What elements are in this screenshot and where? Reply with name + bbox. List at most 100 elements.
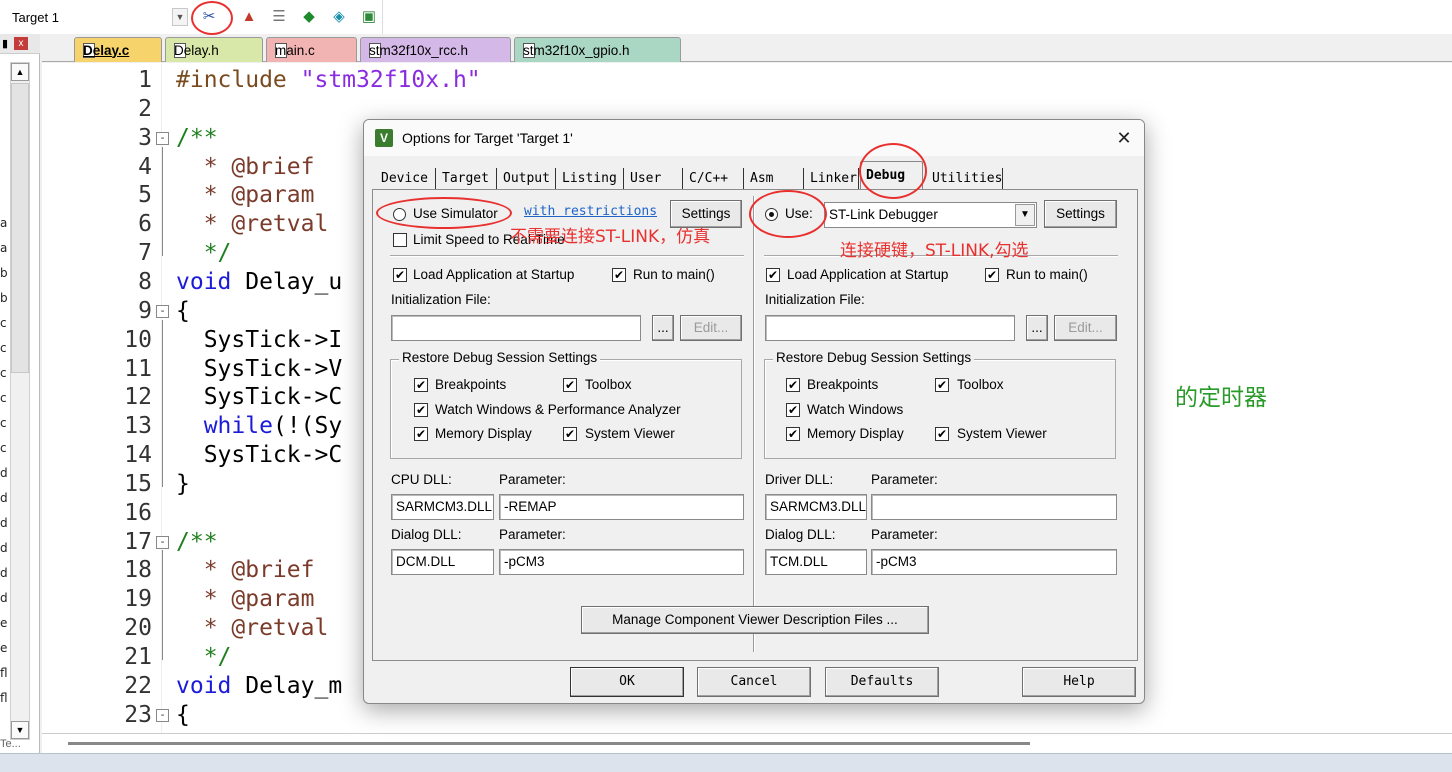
- project-tree-item[interactable]: d: [0, 516, 8, 530]
- browse-button-right[interactable]: ...: [1026, 315, 1048, 341]
- watch-windows-checkbox-right[interactable]: ✔: [786, 403, 800, 417]
- manage-run-time-environment-icon[interactable]: ◆: [298, 5, 320, 27]
- scroll-thumb[interactable]: [68, 742, 1030, 745]
- breakpoints-checkbox-left[interactable]: ✔: [414, 378, 428, 392]
- memory-display-label-left[interactable]: Memory Display: [435, 426, 532, 441]
- tab-listing[interactable]: Listing: [557, 168, 624, 189]
- run-to-main-label-right[interactable]: Run to main(): [1006, 267, 1088, 282]
- project-tree-item[interactable]: c: [0, 441, 7, 455]
- use-simulator-radio[interactable]: [393, 208, 406, 221]
- project-tree-item[interactable]: e: [0, 641, 7, 655]
- memory-display-label-right[interactable]: Memory Display: [807, 426, 904, 441]
- project-tree-item[interactable]: d: [0, 491, 8, 505]
- chevron-down-icon[interactable]: ▼: [172, 8, 188, 26]
- manage-project-items-icon[interactable]: ▲: [238, 5, 260, 27]
- dialog-param-input-left[interactable]: -pCM3: [499, 549, 744, 575]
- fold-toggle-icon[interactable]: -: [156, 131, 169, 145]
- use-debugger-radio[interactable]: [765, 208, 778, 221]
- project-tree-item[interactable]: a: [0, 241, 7, 255]
- tab-utilities[interactable]: Utilities: [927, 168, 1003, 189]
- file-tab[interactable]: Delay.c: [74, 37, 162, 62]
- project-tree-item[interactable]: d: [0, 566, 8, 580]
- fold-toggle-icon[interactable]: -: [156, 535, 169, 549]
- tab-c-c-[interactable]: C/C++: [684, 168, 744, 189]
- driver-param-input[interactable]: [871, 494, 1117, 520]
- tab-linker[interactable]: Linker: [805, 168, 859, 189]
- toolbox-checkbox-right[interactable]: ✔: [935, 378, 949, 392]
- project-tree-item[interactable]: b: [0, 291, 8, 305]
- load-app-checkbox-right[interactable]: ✔: [766, 268, 780, 282]
- scroll-down-icon[interactable]: ▼: [11, 721, 29, 739]
- toolbox-checkbox-left[interactable]: ✔: [563, 378, 577, 392]
- tab-asm[interactable]: Asm: [745, 168, 804, 189]
- load-app-checkbox-left[interactable]: ✔: [393, 268, 407, 282]
- code-line[interactable]: 1 #include "stm32f10x.h": [42, 66, 1442, 95]
- run-to-main-checkbox-right[interactable]: ✔: [985, 268, 999, 282]
- breakpoints-label-right[interactable]: Breakpoints: [807, 377, 878, 392]
- memory-display-checkbox-left[interactable]: ✔: [414, 427, 428, 441]
- horizontal-scrollbar[interactable]: [42, 733, 1452, 753]
- ok-button[interactable]: OK: [570, 667, 684, 697]
- toolbox-label-left[interactable]: Toolbox: [585, 377, 632, 392]
- tab-user[interactable]: User: [625, 168, 683, 189]
- file-extensions-icon[interactable]: ☰: [268, 5, 290, 27]
- run-to-main-checkbox-left[interactable]: ✔: [612, 268, 626, 282]
- cpu-param-input[interactable]: -REMAP: [499, 494, 744, 520]
- cancel-button[interactable]: Cancel: [697, 667, 811, 697]
- tab-debug[interactable]: Debug: [860, 161, 923, 189]
- file-tab[interactable]: stm32f10x_rcc.h: [360, 37, 511, 62]
- use-debugger-label[interactable]: Use:: [785, 206, 813, 221]
- system-viewer-checkbox-right[interactable]: ✔: [935, 427, 949, 441]
- memory-display-checkbox-right[interactable]: ✔: [786, 427, 800, 441]
- code-line[interactable]: 23-{: [42, 701, 1442, 730]
- help-button[interactable]: Help: [1022, 667, 1136, 697]
- project-tree-item[interactable]: fl: [0, 691, 8, 705]
- system-viewer-label-right[interactable]: System Viewer: [957, 426, 1047, 441]
- scroll-thumb[interactable]: [11, 83, 29, 373]
- edit-button-right[interactable]: Edit...: [1054, 315, 1117, 341]
- tab-output[interactable]: Output: [498, 168, 556, 189]
- options-for-target-icon[interactable]: ✂: [198, 5, 220, 27]
- project-tree-item[interactable]: b: [0, 266, 8, 280]
- project-tree-item[interactable]: c: [0, 366, 7, 380]
- pin-icon[interactable]: ▮: [2, 37, 8, 50]
- breakpoints-label-left[interactable]: Breakpoints: [435, 377, 506, 392]
- tab-device[interactable]: Device: [376, 168, 436, 189]
- dialog-param-input-right[interactable]: -pCM3: [871, 549, 1117, 575]
- pack-installer-icon[interactable]: ▣: [358, 5, 380, 27]
- watch-windows-label-left[interactable]: Watch Windows & Performance Analyzer: [435, 402, 681, 417]
- run-to-main-label-left[interactable]: Run to main(): [633, 267, 715, 282]
- target-select[interactable]: Target 1 ▼: [4, 6, 190, 28]
- tab-target[interactable]: Target: [437, 168, 497, 189]
- init-file-input-right[interactable]: [765, 315, 1015, 341]
- browse-button-left[interactable]: ...: [652, 315, 674, 341]
- project-tree-item[interactable]: c: [0, 316, 7, 330]
- debugger-settings-button[interactable]: Settings: [1044, 200, 1117, 228]
- watch-windows-label-right[interactable]: Watch Windows: [807, 402, 903, 417]
- file-tab[interactable]: stm32f10x_gpio.h: [514, 37, 681, 62]
- edit-button-left[interactable]: Edit...: [680, 315, 742, 341]
- system-viewer-checkbox-left[interactable]: ✔: [563, 427, 577, 441]
- breakpoints-checkbox-right[interactable]: ✔: [786, 378, 800, 392]
- close-icon[interactable]: x: [14, 37, 28, 50]
- toolbox-label-right[interactable]: Toolbox: [957, 377, 1004, 392]
- limit-speed-checkbox[interactable]: [393, 233, 407, 247]
- project-tree-item[interactable]: c: [0, 416, 7, 430]
- scroll-up-icon[interactable]: ▲: [11, 63, 29, 81]
- load-app-label-left[interactable]: Load Application at Startup: [413, 267, 574, 282]
- load-app-label-right[interactable]: Load Application at Startup: [787, 267, 948, 282]
- dialog-dll-input-right[interactable]: TCM.DLL: [765, 549, 867, 575]
- project-tree-item[interactable]: a: [0, 216, 7, 230]
- project-tree-item[interactable]: d: [0, 541, 8, 555]
- project-tree-item[interactable]: c: [0, 391, 7, 405]
- close-button[interactable]: ✕: [1112, 126, 1136, 150]
- dialog-dll-input-left[interactable]: DCM.DLL: [391, 549, 494, 575]
- project-panel-scrollbar[interactable]: ▲ ▼: [10, 62, 30, 740]
- with-restrictions-link[interactable]: with restrictions: [524, 204, 657, 219]
- project-tree-item[interactable]: c: [0, 341, 7, 355]
- debugger-select[interactable]: ST-Link Debugger ▼: [824, 202, 1037, 228]
- chevron-down-icon[interactable]: ▼: [1015, 204, 1035, 226]
- file-tab[interactable]: main.c: [266, 37, 357, 62]
- init-file-input-left[interactable]: [391, 315, 641, 341]
- manage-component-viewer-button[interactable]: Manage Component Viewer Description File…: [581, 606, 929, 634]
